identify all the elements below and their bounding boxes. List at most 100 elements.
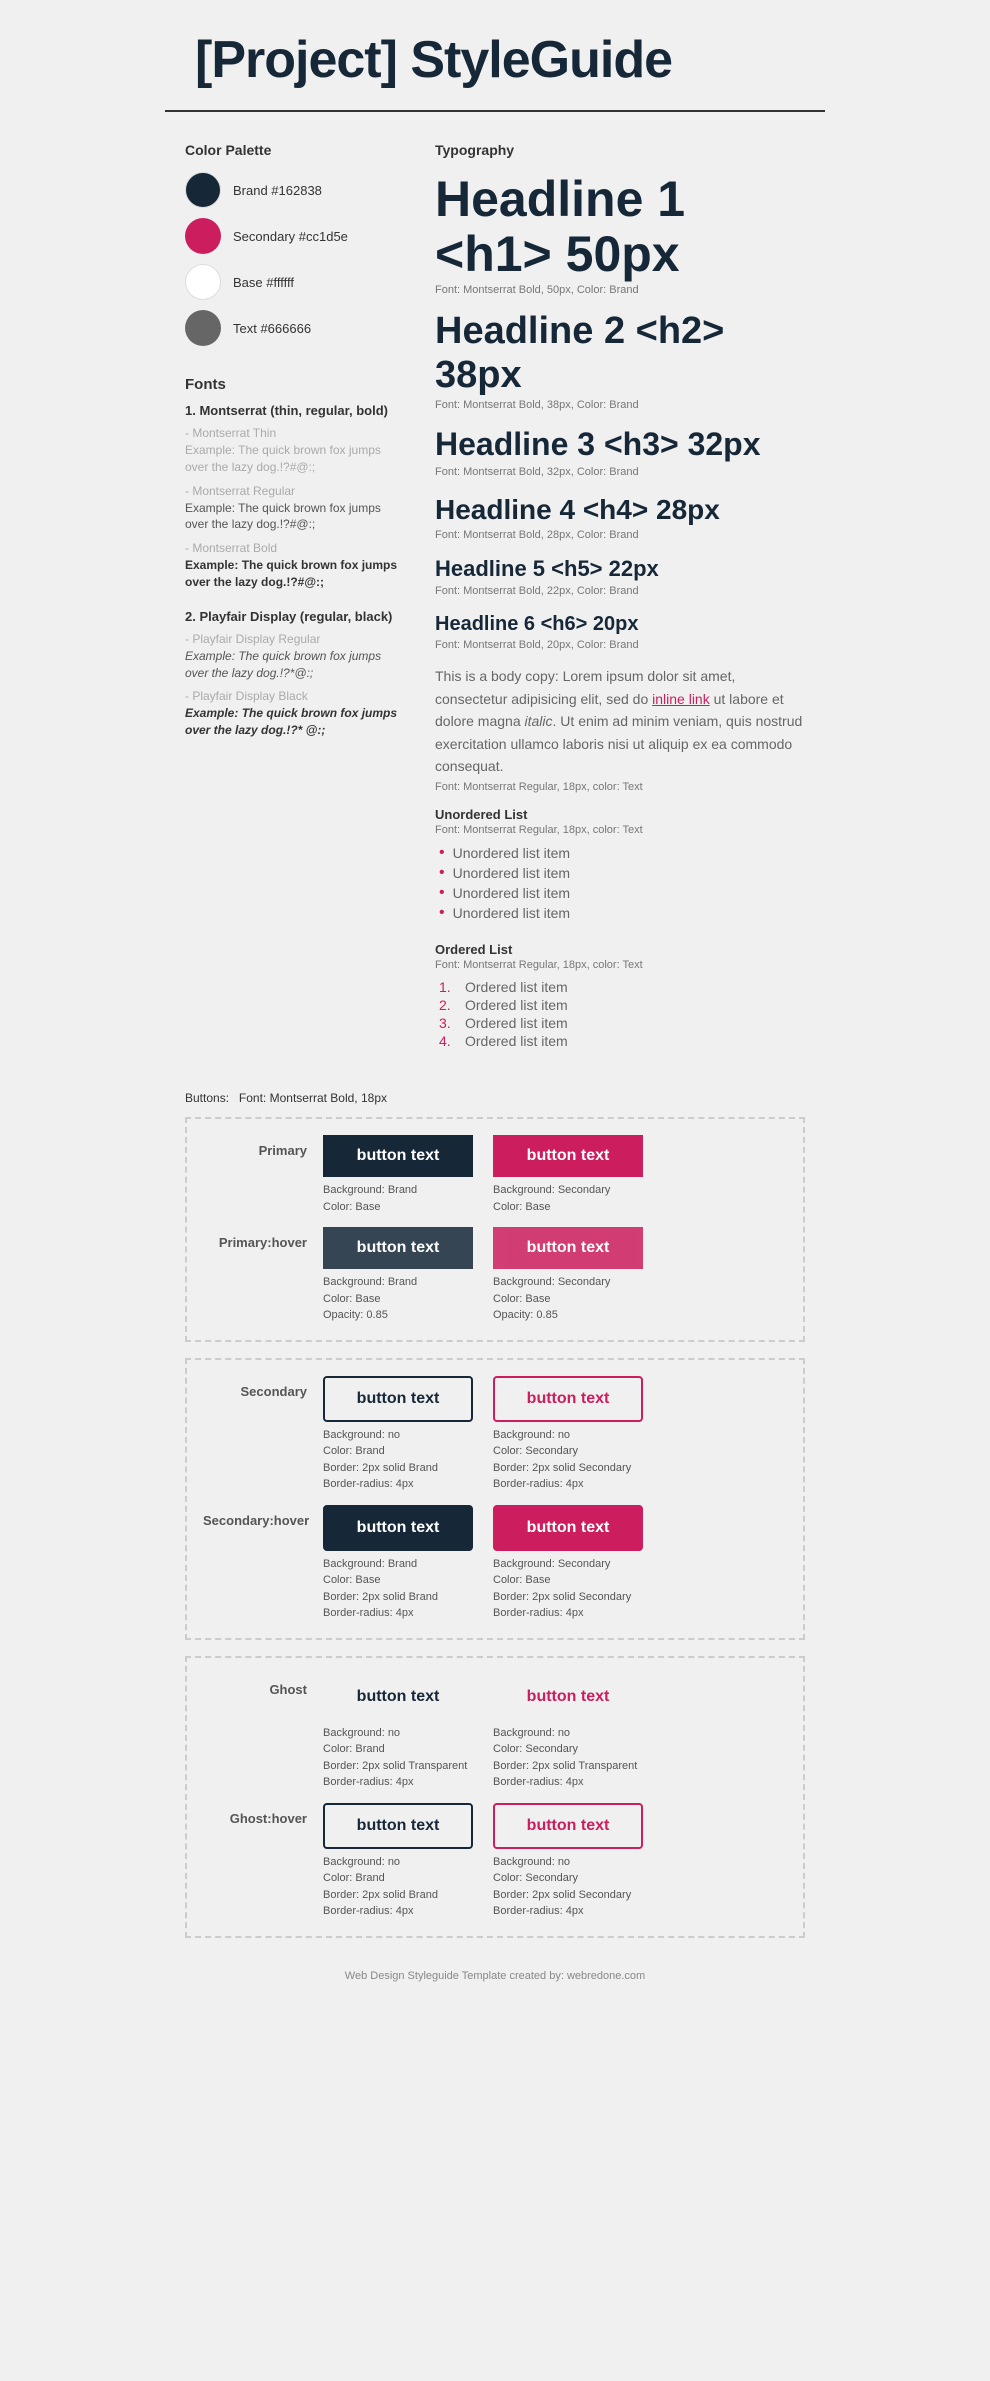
body-copy-caption: Font: Montserrat Regular, 18px, color: T… — [435, 781, 805, 793]
ghost-button-group: Ghost button text Background: noColor: B… — [185, 1656, 805, 1938]
fonts-section: Fonts 1. Montserrat (thin, regular, bold… — [185, 376, 405, 739]
primary-brand-button[interactable]: button text — [323, 1135, 473, 1177]
ghost-hover-btn-pair: button text Background: noColor: BrandBo… — [323, 1803, 643, 1920]
typo-h1: Headline 1 <h1> 50px — [435, 172, 805, 282]
typo-h2-caption: Font: Montserrat Bold, 38px, Color: Bran… — [435, 399, 805, 411]
secondary-secondary-hover-button[interactable]: button text — [493, 1505, 643, 1551]
font-group-montserrat-title: 1. Montserrat (thin, regular, bold) — [185, 403, 405, 418]
list-item: 4.Ordered list item — [439, 1033, 805, 1049]
ghost-secondary-button[interactable]: button text — [493, 1674, 643, 1720]
primary-button-group: Primary button text Background: BrandCol… — [185, 1117, 805, 1342]
left-column: Color Palette Brand #162838 Secondary #c… — [185, 142, 425, 1069]
main-content: Color Palette Brand #162838 Secondary #c… — [165, 142, 825, 1069]
list-item: Unordered list item — [439, 884, 805, 902]
font-group-playfair: 2. Playfair Display (regular, black) - P… — [185, 609, 405, 739]
primary-secondary-item: button text Background: SecondaryColor: … — [493, 1135, 643, 1215]
unordered-list-caption: Font: Montserrat Regular, 18px, color: T… — [435, 824, 805, 836]
unordered-list: Unordered list item Unordered list item … — [435, 844, 805, 922]
typography-section: Typography Headline 1 <h1> 50px Font: Mo… — [435, 142, 805, 1049]
ghost-secondary-desc: Background: noColor: SecondaryBorder: 2p… — [493, 1725, 637, 1791]
ordered-list-section: Ordered List Font: Montserrat Regular, 1… — [435, 942, 805, 1049]
inline-link[interactable]: inline link — [652, 691, 710, 707]
ghost-secondary-hover-desc: Background: noColor: SecondaryBorder: 2p… — [493, 1854, 631, 1920]
typo-h6-caption: Font: Montserrat Bold, 20px, Color: Bran… — [435, 639, 805, 651]
buttons-font-note: Font: Montserrat Bold, 18px — [239, 1091, 387, 1105]
primary-brand-item: button text Background: BrandColor: Base — [323, 1135, 473, 1215]
buttons-section: Buttons: Font: Montserrat Bold, 18px Pri… — [165, 1089, 825, 1938]
secondary-secondary-button[interactable]: button text — [493, 1376, 643, 1422]
ordered-list: 1.Ordered list item 2.Ordered list item … — [435, 979, 805, 1049]
base-swatch — [185, 264, 221, 300]
list-item: 1.Ordered list item — [439, 979, 805, 995]
secondary-row: Secondary button text Background: noColo… — [203, 1376, 787, 1493]
page-title: [Project] StyleGuide — [195, 30, 795, 90]
ghost-brand-item: button text Background: noColor: BrandBo… — [323, 1674, 473, 1791]
font-playfair-black: - Playfair Display Black Example: The qu… — [185, 689, 405, 739]
color-palette-label: Color Palette — [185, 142, 405, 158]
buttons-title-text: Buttons: — [185, 1091, 229, 1105]
typo-h5: Headline 5 <h5> 22px — [435, 555, 805, 584]
typography-label: Typography — [435, 142, 805, 158]
ghost-secondary-hover-button[interactable]: button text — [493, 1803, 643, 1849]
primary-secondary-button[interactable]: button text — [493, 1135, 643, 1177]
header: [Project] StyleGuide — [165, 0, 825, 112]
primary-brand-desc: Background: BrandColor: Base — [323, 1182, 417, 1215]
ordered-list-title: Ordered List — [435, 942, 805, 957]
font-thin-name: - Montserrat Thin — [185, 426, 405, 440]
secondary-brand-hover-button[interactable]: button text — [323, 1505, 473, 1551]
secondary-hover-btn-pair: button text Background: BrandColor: Base… — [323, 1505, 643, 1622]
ghost-hover-row: Ghost:hover button text Background: noCo… — [203, 1803, 787, 1920]
brand-label: Brand #162838 — [233, 183, 322, 198]
color-item-brand: Brand #162838 — [185, 172, 405, 208]
ghost-brand-button[interactable]: button text — [323, 1674, 473, 1720]
font-group-playfair-title: 2. Playfair Display (regular, black) — [185, 609, 405, 624]
font-bold-name: - Montserrat Bold — [185, 541, 405, 555]
typo-h2: Headline 2 <h2> 38px — [435, 310, 805, 397]
primary-hover-btn-pair: button text Background: BrandColor: Base… — [323, 1227, 643, 1324]
ordered-list-caption: Font: Montserrat Regular, 18px, color: T… — [435, 959, 805, 971]
typo-h3: Headline 3 <h3> 32px — [435, 425, 805, 463]
font-playfair-regular-example: Example: The quick brown fox jumps over … — [185, 648, 405, 682]
list-item: Unordered list item — [439, 864, 805, 882]
ghost-btn-pair: button text Background: noColor: BrandBo… — [323, 1674, 643, 1791]
secondary-swatch — [185, 218, 221, 254]
font-regular-name: - Montserrat Regular — [185, 484, 405, 498]
typo-h4-caption: Font: Montserrat Bold, 28px, Color: Bran… — [435, 529, 805, 541]
font-group-montserrat: 1. Montserrat (thin, regular, bold) - Mo… — [185, 403, 405, 591]
buttons-label: Buttons: Font: Montserrat Bold, 18px — [185, 1089, 805, 1105]
text-swatch — [185, 310, 221, 346]
secondary-secondary-item: button text Background: noColor: Seconda… — [493, 1376, 643, 1493]
typo-h5-caption: Font: Montserrat Bold, 22px, Color: Bran… — [435, 585, 805, 597]
color-item-secondary: Secondary #cc1d5e — [185, 218, 405, 254]
base-label: Base #ffffff — [233, 275, 294, 290]
ghost-brand-hover-desc: Background: noColor: BrandBorder: 2px so… — [323, 1854, 438, 1920]
secondary-secondary-hover-desc: Background: SecondaryColor: BaseBorder: … — [493, 1556, 631, 1622]
primary-btn-pair: button text Background: BrandColor: Base… — [323, 1135, 643, 1215]
ghost-brand-hover-button[interactable]: button text — [323, 1803, 473, 1849]
brand-swatch — [185, 172, 221, 208]
footer: Web Design Styleguide Template created b… — [165, 1954, 825, 1982]
primary-secondary-hover-button[interactable]: button text — [493, 1227, 643, 1269]
secondary-brand-hover-item: button text Background: BrandColor: Base… — [323, 1505, 473, 1622]
font-playfair-regular-name: - Playfair Display Regular — [185, 632, 405, 646]
secondary-row-label: Secondary — [203, 1376, 323, 1399]
font-bold-example: Example: The quick brown fox jumps over … — [185, 557, 405, 591]
font-playfair-regular: - Playfair Display Regular Example: The … — [185, 632, 405, 682]
primary-secondary-hover-item: button text Background: SecondaryColor: … — [493, 1227, 643, 1324]
ghost-row: Ghost button text Background: noColor: B… — [203, 1674, 787, 1791]
primary-hover-row-label: Primary:hover — [203, 1227, 323, 1250]
primary-brand-hover-button[interactable]: button text — [323, 1227, 473, 1269]
ghost-secondary-hover-item: button text Background: noColor: Seconda… — [493, 1803, 643, 1920]
list-item: 2.Ordered list item — [439, 997, 805, 1013]
secondary-brand-button[interactable]: button text — [323, 1376, 473, 1422]
secondary-brand-item: button text Background: noColor: BrandBo… — [323, 1376, 473, 1493]
secondary-hover-row: Secondary:hover button text Background: … — [203, 1505, 787, 1622]
ghost-row-label: Ghost — [203, 1674, 323, 1697]
ghost-brand-desc: Background: noColor: BrandBorder: 2px so… — [323, 1725, 467, 1791]
primary-brand-hover-item: button text Background: BrandColor: Base… — [323, 1227, 473, 1324]
primary-secondary-hover-desc: Background: SecondaryColor: BaseOpacity:… — [493, 1274, 610, 1324]
typo-h6: Headline 6 <h6> 20px — [435, 611, 805, 637]
ghost-hover-row-label: Ghost:hover — [203, 1803, 323, 1826]
typo-h3-caption: Font: Montserrat Bold, 32px, Color: Bran… — [435, 466, 805, 478]
typo-h4: Headline 4 <h4> 28px — [435, 492, 805, 527]
